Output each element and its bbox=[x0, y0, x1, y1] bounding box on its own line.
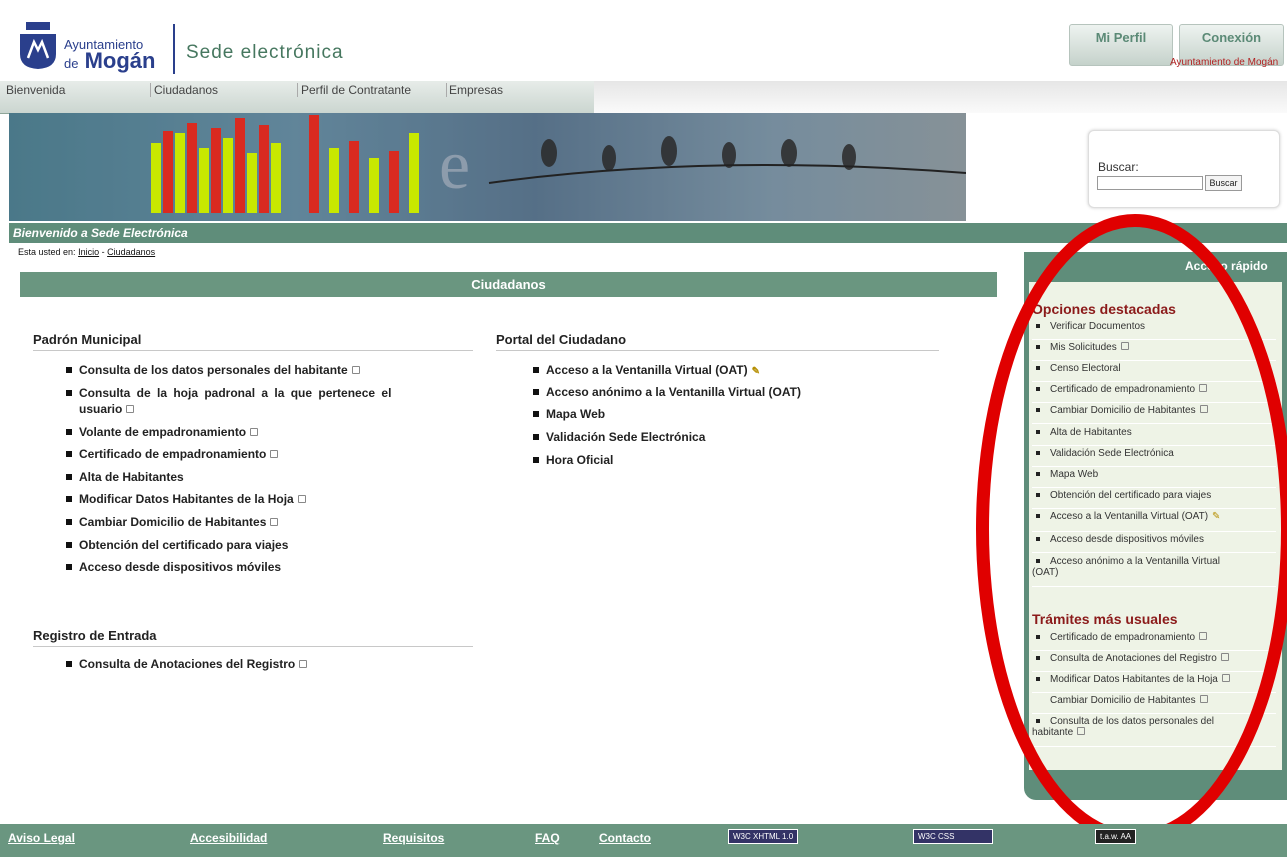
page-title: Ciudadanos bbox=[471, 277, 546, 292]
list-item[interactable]: Obtención del certificado para viajes bbox=[66, 538, 288, 552]
list-item-continuation[interactable]: usuario bbox=[79, 402, 135, 416]
nav-item-empresas[interactable]: Empresas bbox=[449, 83, 503, 97]
lock-icon bbox=[351, 366, 360, 374]
bullet-icon bbox=[533, 388, 539, 395]
breadcrumb-prefix: Esta usted en: bbox=[18, 247, 76, 257]
nav-item-perfil-contratante[interactable]: Perfil de Contratante bbox=[301, 83, 411, 97]
breadcrumb-link-ciudadanos[interactable]: Ciudadanos bbox=[107, 247, 155, 257]
footer-link-requisitos[interactable]: Requisitos bbox=[383, 831, 444, 845]
list-item[interactable]: Cambiar Domicilio de Habitantes bbox=[66, 515, 279, 529]
registro-heading: Registro de Entrada bbox=[33, 628, 157, 643]
logo-divider bbox=[173, 24, 175, 74]
lock-icon bbox=[297, 495, 306, 503]
footer-link-faq[interactable]: FAQ bbox=[535, 831, 560, 845]
org-name: Ayuntamiento de Mogán bbox=[1170, 57, 1279, 68]
svg-text:e: e bbox=[439, 127, 470, 204]
list-item[interactable]: Alta de Habitantes bbox=[66, 470, 184, 484]
bullet-icon bbox=[66, 366, 72, 373]
nav-separator bbox=[150, 83, 151, 97]
breadcrumb-separator: - bbox=[101, 247, 105, 257]
footer-link-accesibilidad[interactable]: Accesibilidad bbox=[190, 831, 267, 845]
footer-link-aviso-legal[interactable]: Aviso Legal bbox=[8, 831, 75, 845]
bullet-icon bbox=[533, 410, 539, 417]
nav-separator bbox=[446, 83, 447, 97]
bullet-icon bbox=[66, 495, 72, 502]
bullet-icon bbox=[66, 389, 72, 396]
lock-icon bbox=[299, 660, 308, 668]
site-title: Sede electrónica bbox=[186, 42, 344, 63]
w3c-css-badge[interactable]: W3C CSS bbox=[913, 829, 993, 844]
taw-badge[interactable]: t.a.w. AA bbox=[1095, 829, 1137, 844]
list-item[interactable]: Validación Sede Electrónica bbox=[533, 430, 705, 444]
annotation-circle bbox=[976, 214, 1287, 844]
breadcrumb-link-inicio[interactable]: Inicio bbox=[78, 247, 99, 257]
list-item[interactable]: Acceso desde dispositivos móviles bbox=[66, 560, 281, 574]
bullet-icon bbox=[66, 563, 72, 570]
padron-heading: Padrón Municipal bbox=[33, 332, 142, 347]
list-item[interactable]: Hora Oficial bbox=[533, 453, 613, 467]
list-item[interactable]: Acceso a la Ventanilla Virtual (OAT) ✎ bbox=[533, 363, 760, 377]
nav-separator bbox=[297, 83, 298, 97]
portal-heading: Portal del Ciudadano bbox=[496, 332, 627, 347]
nav-item-ciudadanos[interactable]: Ciudadanos bbox=[154, 83, 218, 97]
bullet-icon bbox=[533, 366, 539, 373]
welcome-text: Bienvenido a Sede Electrónica bbox=[13, 226, 188, 240]
search-button[interactable]: Buscar bbox=[1205, 175, 1242, 191]
footer-link-contacto[interactable]: Contacto bbox=[599, 831, 651, 845]
bullet-icon bbox=[66, 428, 72, 435]
logo-line2: de Mogán bbox=[64, 48, 156, 73]
w3c-xhtml-badge[interactable]: W3C XHTML 1.0 bbox=[728, 829, 799, 844]
list-item[interactable]: Mapa Web bbox=[533, 407, 605, 421]
lock-icon bbox=[270, 450, 279, 458]
header-banner-image: e bbox=[9, 113, 966, 221]
bullet-icon bbox=[66, 518, 72, 525]
search-label: Buscar: bbox=[1098, 160, 1139, 174]
list-item[interactable]: Consulta de la hoja padronal a la que pe… bbox=[66, 386, 476, 400]
list-item[interactable]: Certificado de empadronamiento bbox=[66, 447, 279, 461]
lock-icon bbox=[126, 405, 135, 413]
bullet-icon bbox=[533, 433, 539, 440]
banner-spacer bbox=[966, 113, 1076, 221]
bullet-icon bbox=[66, 541, 72, 548]
portal-divider bbox=[496, 350, 939, 351]
lock-icon bbox=[250, 428, 259, 436]
pencil-icon: ✎ bbox=[751, 366, 761, 377]
search-input[interactable] bbox=[1097, 176, 1203, 190]
bullet-icon bbox=[66, 450, 72, 457]
nav-item-bienvenida[interactable]: Bienvenida bbox=[6, 83, 65, 97]
list-item[interactable]: Consulta de Anotaciones del Registro bbox=[66, 657, 308, 671]
list-item[interactable]: Consulta de los datos personales del hab… bbox=[66, 363, 360, 377]
registro-divider bbox=[33, 646, 473, 647]
breadcrumb: Esta usted en: Inicio - Ciudadanos bbox=[18, 247, 155, 257]
padron-divider bbox=[33, 350, 473, 351]
coat-of-arms-logo bbox=[20, 22, 56, 69]
bullet-icon bbox=[66, 473, 72, 480]
lock-icon bbox=[270, 518, 279, 526]
list-item[interactable]: Modificar Datos Habitantes de la Hoja bbox=[66, 492, 306, 506]
list-item[interactable]: Volante de empadronamiento bbox=[66, 425, 259, 439]
profile-button[interactable]: Mi Perfil bbox=[1069, 24, 1173, 66]
bullet-icon bbox=[66, 660, 72, 667]
bullet-icon bbox=[533, 456, 539, 463]
list-item[interactable]: Acceso anónimo a la Ventanilla Virtual (… bbox=[533, 385, 801, 399]
